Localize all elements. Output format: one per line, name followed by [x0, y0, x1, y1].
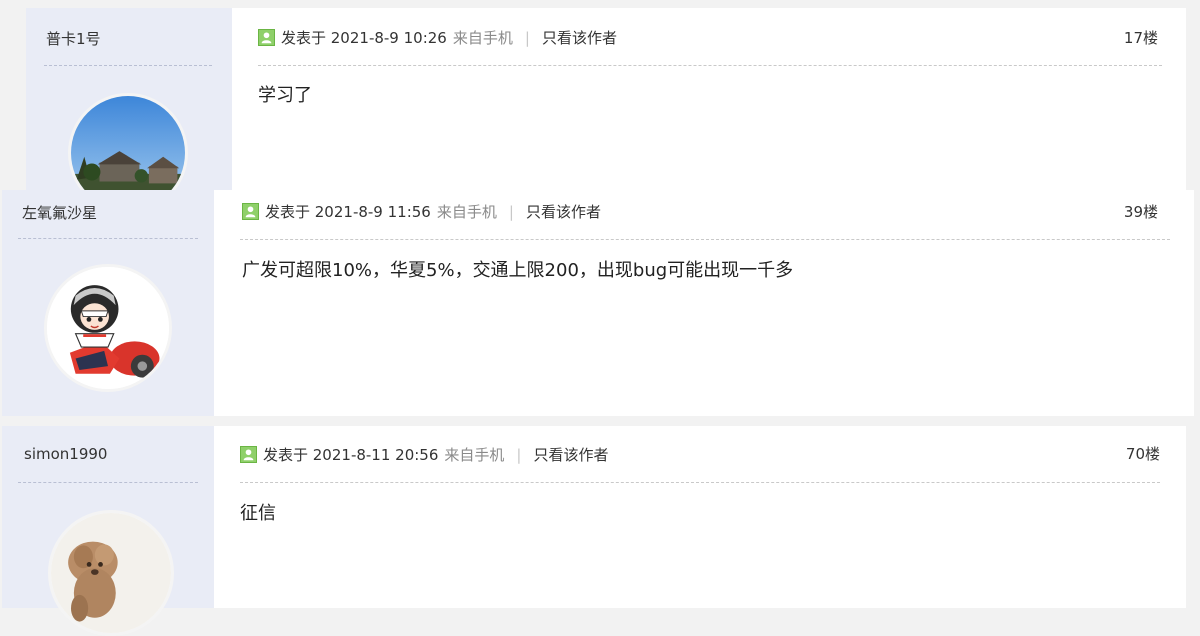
view-author-only-link[interactable]: 只看该作者 [533, 444, 608, 465]
post-meta: 发表于 2021-8-9 10:26 来自手机 | 只看该作者 [258, 27, 617, 48]
username-link[interactable]: 左氧氟沙星 [22, 202, 97, 223]
poodle-avatar[interactable] [48, 510, 174, 636]
post-timestamp: 发表于 2021-8-11 20:56 [263, 446, 439, 464]
meta-separator: | [524, 28, 530, 47]
meta-separator: | [516, 445, 522, 464]
post-divider [258, 65, 1162, 66]
post-source: 来自手机 [436, 203, 497, 221]
post-floor-39: 左氧氟沙星 发表于 2021-8-9 11:56 来自手机 | 只看该作者 39… [2, 190, 1194, 416]
post-source: 来自手机 [452, 29, 513, 47]
sidebar-divider [44, 65, 212, 66]
meta-separator: | [508, 202, 514, 221]
username-link[interactable]: 普卡1号 [46, 28, 101, 49]
post-divider [240, 239, 1170, 240]
post-content: 征信 [240, 503, 276, 524]
post-meta: 发表于 2021-8-9 11:56 来自手机 | 只看该作者 [242, 201, 601, 222]
post-divider [240, 482, 1160, 483]
post-content: 学习了 [258, 85, 312, 106]
online-user-icon [240, 446, 257, 463]
post-timestamp: 发表于 2021-8-9 10:26 [281, 29, 447, 47]
post-timestamp: 发表于 2021-8-9 11:56 [265, 203, 431, 221]
floor-number[interactable]: 70楼 [1126, 443, 1160, 464]
username-link[interactable]: simon1990 [24, 445, 107, 463]
post-sidebar: 左氧氟沙星 [2, 190, 214, 416]
view-author-only-link[interactable]: 只看该作者 [542, 27, 617, 48]
post-body: 发表于 2021-8-9 11:56 来自手机 | 只看该作者 39楼 广发可超… [214, 190, 1194, 416]
post-content: 广发可超限10%，华夏5%，交通上限200，出现bug可能出现一千多 [242, 260, 794, 281]
post-sidebar: 普卡1号 [26, 8, 232, 213]
post-body: 发表于 2021-8-11 20:56 来自手机 | 只看该作者 70楼 征信 [214, 426, 1186, 608]
floor-number[interactable]: 39楼 [1124, 201, 1158, 222]
online-user-icon [242, 203, 259, 220]
view-author-only-link[interactable]: 只看该作者 [526, 201, 601, 222]
post-source: 来自手机 [444, 446, 505, 464]
post-sidebar: simon1990 [2, 426, 214, 636]
post-body: 发表于 2021-8-9 10:26 来自手机 | 只看该作者 17楼 学习了 [232, 8, 1186, 208]
floor-number[interactable]: 17楼 [1124, 27, 1158, 48]
online-user-icon [258, 29, 275, 46]
sidebar-divider [18, 238, 198, 239]
post-meta: 发表于 2021-8-11 20:56 来自手机 | 只看该作者 [240, 444, 609, 465]
post-floor-17: 普卡1号 发表于 2021-8-9 10:26 来自手机 | 只看该作者 17楼… [26, 8, 1186, 213]
sidebar-divider [18, 482, 198, 483]
motorcycle-girl-avatar[interactable] [44, 264, 172, 392]
post-floor-70: simon1990 发表于 2021-8-11 20:56 来自手机 | 只看该… [2, 426, 1186, 636]
